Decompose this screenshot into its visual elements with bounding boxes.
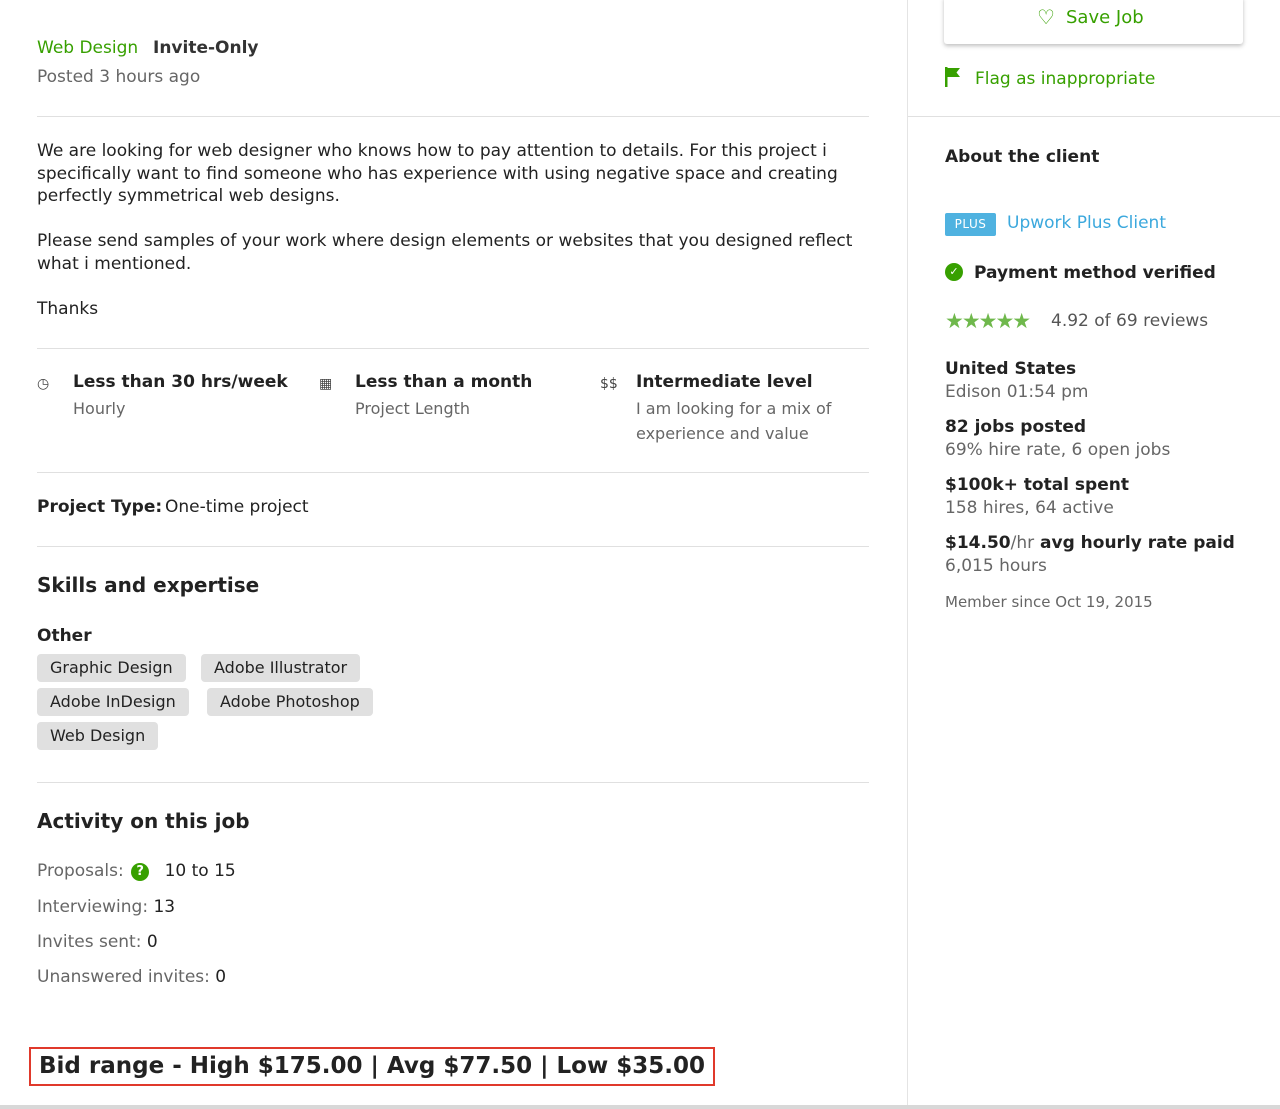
- project-type-label: Project Type:: [37, 497, 163, 517]
- avg-hourly-rate: $14.50/hr avg hourly rate paid: [945, 533, 1235, 553]
- total-spent: $100k+ total spent: [945, 475, 1129, 495]
- avg-rate-label: avg hourly rate paid: [1034, 533, 1235, 553]
- posted-time: Posted 3 hours ago: [37, 67, 201, 87]
- payment-verified-label: Payment method verified: [974, 263, 1216, 283]
- flag-icon[interactable]: [944, 66, 962, 88]
- skill-tag[interactable]: Graphic Design: [37, 654, 186, 682]
- divider: [37, 472, 869, 473]
- page-bottom-border: [0, 1105, 1280, 1109]
- description-paragraph: We are looking for web designer who know…: [37, 141, 838, 206]
- proposals-row: Proposals: ? 10 to 15: [37, 861, 236, 881]
- feature-subtitle: Hourly: [73, 399, 126, 418]
- jobs-posted: 82 jobs posted: [945, 417, 1087, 437]
- hires-count: 158 hires, 64 active: [945, 498, 1114, 518]
- interviewing-row: Interviewing: 13: [37, 897, 175, 917]
- avg-rate-unit: /hr: [1010, 533, 1035, 553]
- help-icon[interactable]: ?: [131, 863, 150, 881]
- proposals-value: 10 to 15: [164, 861, 236, 881]
- member-since: Member since Oct 19, 2015: [945, 593, 1153, 611]
- client-country: United States: [945, 359, 1077, 379]
- invites-row: Invites sent: 0: [37, 932, 158, 952]
- description-paragraph: Please send samples of your work where d…: [37, 231, 853, 274]
- heart-icon: ♡: [1037, 5, 1055, 29]
- divider: [37, 116, 869, 117]
- skill-tag[interactable]: Adobe Photoshop: [207, 688, 373, 716]
- feature-title: Intermediate level: [636, 372, 813, 392]
- interviewing-value: 13: [153, 897, 176, 917]
- flag-inappropriate-link[interactable]: Flag as inappropriate: [975, 69, 1155, 89]
- rating-text: 4.92 of 69 reviews: [1051, 311, 1209, 331]
- feature-subtitle: Project Length: [355, 399, 471, 418]
- feature-title: Less than 30 hrs/week: [73, 372, 288, 392]
- client-sidebar: ♡ Save Job Flag as inappropriate About t…: [907, 0, 1280, 1109]
- unanswered-row: Unanswered invites: 0: [37, 967, 226, 987]
- save-job-label: Save Job: [1066, 7, 1144, 28]
- divider: [37, 348, 869, 349]
- skill-tag[interactable]: Adobe Illustrator: [201, 654, 361, 682]
- proposals-label: Proposals:: [37, 861, 124, 881]
- plus-badge: PLUS: [945, 213, 996, 236]
- client-local-time: Edison 01:54 pm: [945, 382, 1089, 402]
- project-type-value: One-time project: [165, 497, 309, 517]
- invites-value: 0: [146, 932, 158, 952]
- divider: [37, 782, 869, 783]
- skill-tag[interactable]: Web Design: [37, 722, 159, 750]
- unanswered-value: 0: [215, 967, 227, 987]
- star-rating-icon: ★★★★★: [945, 309, 1031, 333]
- activity-heading: Activity on this job: [37, 809, 250, 833]
- divider: [37, 546, 869, 547]
- calendar-icon: ▦: [319, 376, 333, 392]
- invite-only-badge: Invite-Only: [153, 38, 259, 58]
- bid-range-highlight: Bid range - High $175.00 | Avg $77.50 | …: [29, 1047, 715, 1086]
- clock-icon: ◷: [37, 376, 50, 392]
- divider: [908, 116, 1280, 117]
- description-paragraph: Thanks: [37, 299, 99, 319]
- hire-rate: 69% hire rate, 6 open jobs: [945, 440, 1171, 460]
- invites-label: Invites sent:: [37, 932, 142, 952]
- plus-client-link[interactable]: Upwork Plus Client: [1007, 213, 1166, 233]
- avg-rate-amount: $14.50: [945, 533, 1011, 553]
- hours-billed: 6,015 hours: [945, 556, 1047, 576]
- feature-title: Less than a month: [355, 372, 533, 392]
- job-details-main: Web Design Invite-Only Posted 3 hours ag…: [0, 0, 907, 1109]
- interviewing-label: Interviewing:: [37, 897, 149, 917]
- skills-group-label: Other: [37, 626, 92, 646]
- verified-check-icon: ✓: [945, 263, 963, 281]
- dollar-icon: $$: [600, 376, 618, 392]
- feature-subtitle: I am looking for a mix of experience and…: [636, 399, 832, 443]
- save-job-button[interactable]: ♡ Save Job: [944, 0, 1243, 44]
- skills-heading: Skills and expertise: [37, 573, 260, 597]
- job-category-link[interactable]: Web Design: [37, 38, 138, 58]
- unanswered-label: Unanswered invites:: [37, 967, 210, 987]
- skill-tag[interactable]: Adobe InDesign: [37, 688, 189, 716]
- about-client-heading: About the client: [945, 147, 1100, 167]
